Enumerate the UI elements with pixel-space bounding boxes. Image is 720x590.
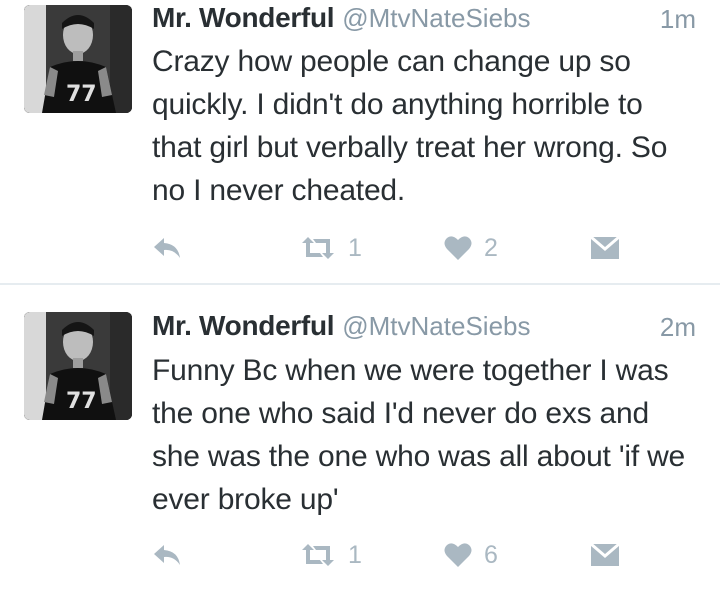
retweet-button[interactable]: 1 xyxy=(300,535,362,575)
user-name[interactable]: Mr. Wonderful xyxy=(152,2,335,33)
svg-text:77: 77 xyxy=(66,82,97,107)
timestamp[interactable]: 2m xyxy=(660,312,696,343)
retweet-icon xyxy=(302,237,334,259)
avatar-photo: 77 xyxy=(24,312,132,420)
tweet[interactable]: 77 Mr. Wonderful @MtvNateSiebs 2m Funny B… xyxy=(0,285,720,590)
reply-button[interactable] xyxy=(152,535,182,575)
tweet-text: Crazy how people can change up so quickl… xyxy=(152,45,668,207)
user-handle[interactable]: @MtvNateSiebs xyxy=(342,311,530,341)
envelope-icon xyxy=(590,542,620,566)
user-name[interactable]: Mr. Wonderful xyxy=(152,310,335,341)
direct-message-button[interactable] xyxy=(590,228,620,268)
tweet-text: Funny Bc when we were together I was the… xyxy=(152,354,686,516)
like-button[interactable]: 2 xyxy=(444,228,498,268)
like-button[interactable]: 6 xyxy=(444,535,498,575)
heart-icon xyxy=(444,543,472,567)
tweet-actions: 1 6 xyxy=(0,535,720,575)
user-handle[interactable]: @MtvNateSiebs xyxy=(342,3,530,33)
avatar-photo: 77 xyxy=(24,5,132,113)
heart-icon xyxy=(444,236,472,260)
direct-message-button[interactable] xyxy=(590,535,620,575)
tweet-header: Mr. Wonderful @MtvNateSiebs 1m xyxy=(152,2,696,36)
avatar[interactable]: 77 xyxy=(24,312,132,420)
retweet-count: 1 xyxy=(348,233,362,262)
reply-button[interactable] xyxy=(152,228,182,268)
reply-icon xyxy=(154,545,180,565)
envelope-icon xyxy=(590,235,620,259)
like-count: 6 xyxy=(484,540,498,569)
tweet-header: Mr. Wonderful @MtvNateSiebs 2m xyxy=(152,310,696,344)
retweet-count: 1 xyxy=(348,540,362,569)
like-count: 2 xyxy=(484,233,498,262)
tweet[interactable]: 77 Mr. Wonderful @MtvNateSiebs 1m Crazy h… xyxy=(0,0,720,283)
avatar[interactable]: 77 xyxy=(24,5,132,113)
svg-text:77: 77 xyxy=(66,389,97,414)
timestamp[interactable]: 1m xyxy=(660,4,696,35)
retweet-icon xyxy=(302,544,334,566)
tweet-actions: 1 2 xyxy=(0,228,720,268)
reply-icon xyxy=(154,238,180,258)
retweet-button[interactable]: 1 xyxy=(300,228,362,268)
